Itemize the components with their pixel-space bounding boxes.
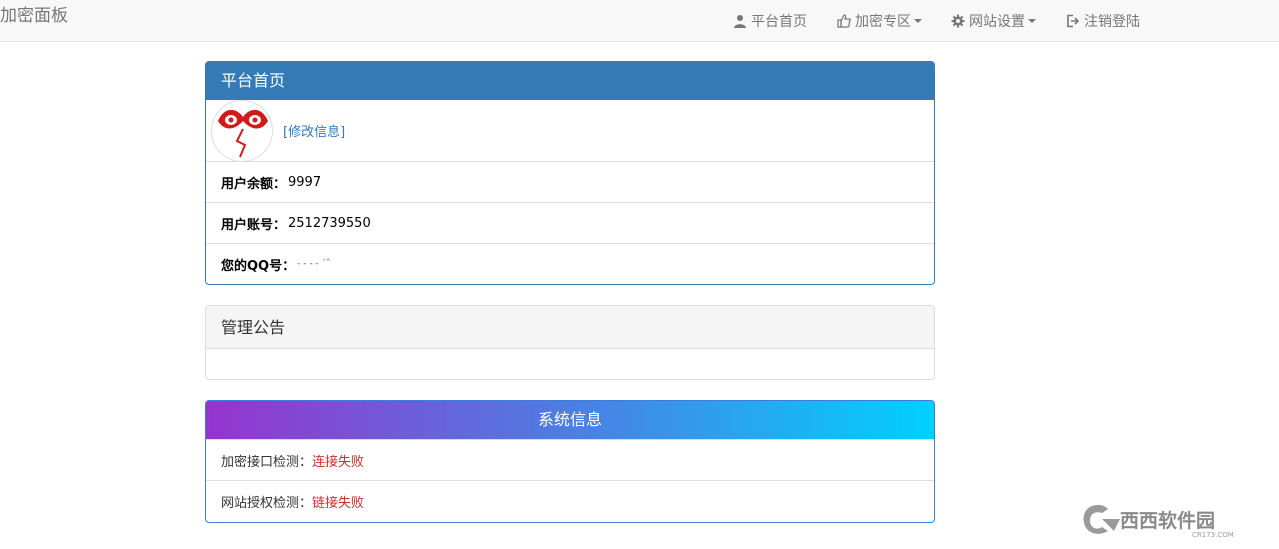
auth-check-row: 网站授权检测： 链接失败 — [206, 480, 934, 521]
nav-item-encrypt-label: 加密专区 — [855, 14, 911, 30]
qq-row: 您的QQ号： - - - - ˊˆ — [206, 243, 934, 284]
api-check-row: 加密接口检测： 连接失败 — [206, 439, 934, 480]
notice-panel: 管理公告 — [205, 305, 935, 380]
avatar-face-icon — [218, 109, 268, 157]
nav-item-home-label: 平台首页 — [751, 14, 807, 30]
chevron-down-icon — [914, 19, 922, 23]
system-panel-title: 系统信息 — [206, 401, 934, 439]
brand-title[interactable]: 加密面板 — [0, 6, 68, 26]
top-navbar: 加密面板 平台首页 加密专区 网站设置 注销登陆 — [0, 0, 1279, 42]
nav-item-home[interactable]: 平台首页 — [733, 0, 807, 42]
qq-value: - - - - ˊˆ — [297, 259, 331, 269]
balance-label: 用户余额： — [221, 176, 287, 192]
avatar[interactable] — [211, 99, 273, 162]
logout-icon — [1067, 14, 1080, 28]
auth-check-status: 链接失败 — [312, 495, 365, 511]
profile-row: [修改信息] — [206, 99, 934, 162]
nav-item-settings[interactable]: 网站设置 — [951, 0, 1036, 42]
home-panel-title: 平台首页 — [206, 62, 934, 100]
account-label: 用户账号： — [221, 217, 287, 233]
nav-item-encrypt[interactable]: 加密专区 — [837, 0, 922, 42]
nav-item-logout[interactable]: 注销登陆 — [1066, 0, 1140, 42]
notice-panel-body — [206, 349, 934, 379]
account-row: 用户账号： 2512739550 — [206, 202, 934, 243]
nav-item-settings-label: 网站设置 — [969, 14, 1025, 30]
watermark-text: 西西软件园 — [1120, 509, 1215, 532]
system-panel: 系统信息 加密接口检测： 连接失败 网站授权检测： 链接失败 — [205, 400, 935, 523]
home-panel-body: [修改信息] 用户余额： 9997 用户账号： 2512739550 您的QQ号… — [206, 99, 934, 284]
user-icon — [734, 15, 746, 28]
chevron-down-icon — [1028, 19, 1036, 23]
nav-item-logout-label: 注销登陆 — [1084, 14, 1140, 30]
balance-value: 9997 — [288, 174, 322, 190]
thumbs-up-icon — [837, 14, 851, 28]
notice-panel-title: 管理公告 — [206, 306, 934, 349]
auth-check-label: 网站授权检测： — [221, 495, 313, 511]
gear-icon — [951, 14, 965, 28]
qq-label: 您的QQ号： — [221, 258, 296, 274]
watermark-sub: CR173.COM — [1192, 531, 1234, 539]
watermark-logo-icon: 西西软件园 CR173.COM — [1083, 505, 1234, 539]
edit-info-link[interactable]: [修改信息] — [283, 121, 345, 140]
balance-row: 用户余额： 9997 — [206, 161, 934, 202]
home-panel: 平台首页 [修改信息] 用户余额： 9997 用户账号： 2512739550 — [205, 61, 935, 285]
site-watermark: 西西软件园 CR173.COM — [1080, 501, 1258, 539]
account-value: 2512739550 — [288, 215, 371, 231]
api-check-status: 连接失败 — [312, 454, 365, 470]
api-check-label: 加密接口检测： — [221, 454, 313, 470]
